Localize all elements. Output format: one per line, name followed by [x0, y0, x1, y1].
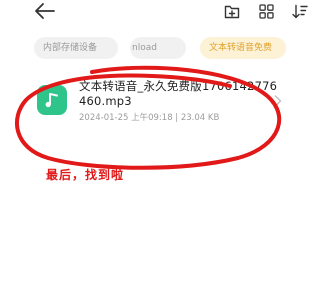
arrow-left-icon	[35, 3, 55, 19]
grid-view-button[interactable]	[256, 2, 276, 20]
file-list-item[interactable]: 文本转语音_永久免费版1706142776460.mp3 2024-01-25 …	[0, 76, 320, 126]
music-note-icon	[45, 93, 58, 108]
breadcrumb: 内部存储设备 nload 文本转语音免费	[34, 37, 286, 59]
breadcrumb-label: nload	[132, 43, 157, 53]
back-button[interactable]	[34, 2, 56, 20]
sort-icon	[292, 4, 308, 18]
breadcrumb-item-internal-storage[interactable]: 内部存储设备	[34, 37, 118, 59]
breadcrumb-item-current-folder[interactable]: 文本转语音免费	[200, 37, 286, 59]
file-manager-screen: 内部存储设备 nload 文本转语音免费 文本转语音_永久免费版17061427…	[0, 0, 320, 288]
breadcrumb-item-download[interactable]: nload	[130, 37, 186, 59]
breadcrumb-label: 内部存储设备	[43, 43, 98, 53]
file-meta: 2024-01-25 上午09:18 | 23.04 KB	[79, 113, 220, 123]
new-folder-button[interactable]	[222, 2, 242, 20]
file-name: 文本转语音_永久免费版1706142776460.mp3	[79, 79, 278, 108]
folder-plus-icon	[224, 5, 240, 18]
annotation-text: 最后，找到啦	[46, 168, 125, 182]
toolbar-actions	[222, 2, 310, 20]
audio-file-icon	[37, 85, 67, 115]
sort-button[interactable]	[290, 2, 310, 20]
grid-icon	[258, 3, 274, 19]
breadcrumb-label: 文本转语音免费	[209, 43, 273, 53]
chevron-right-icon	[274, 95, 282, 107]
